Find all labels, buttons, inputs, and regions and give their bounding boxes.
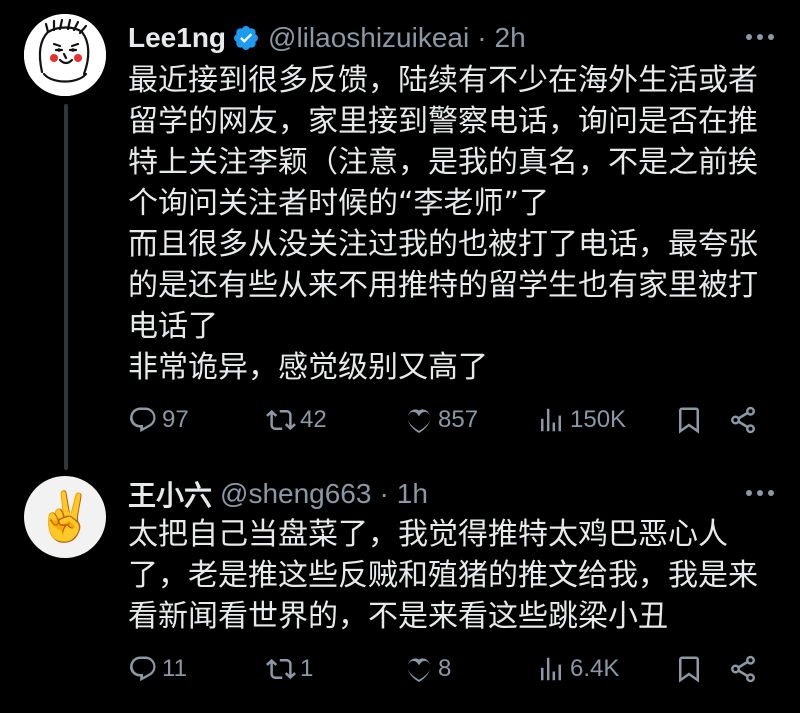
view-count: 6.4K [570,655,620,682]
bookmark-button[interactable] [674,652,704,686]
more-options-icon[interactable] [746,490,774,496]
bookmark-button[interactable] [674,403,704,437]
tweet-text-line: 个询问关注者时候的“李老师”了 [128,186,550,221]
tweet-header: Lee1ng @lilaoshizuikeai · 2h [128,18,526,58]
retweet-icon [266,409,296,431]
reply-count: 97 [162,406,189,433]
reply-button[interactable]: 97 [128,403,189,437]
share-button[interactable] [728,652,758,686]
retweet-count: 42 [300,406,327,433]
heart-icon [407,409,431,433]
tweet-text-line: 非常诡异，感觉级别又高了 [128,350,488,385]
separator-dot: · [477,22,487,53]
tweet[interactable]: Lee1ng @lilaoshizuikeai · 2h 最近接到很多反馈，陆续… [0,0,800,460]
reply-count: 11 [162,655,187,682]
like-count: 8 [438,655,452,682]
tweet-text-line: 留学的网友，家里接到警察电话，询问是否在推 [128,104,758,139]
bookmark-icon [679,407,699,434]
separator-dot: · [379,478,389,509]
views-button[interactable]: 6.4K [536,652,619,686]
timestamp[interactable]: 2h [495,22,526,54]
tweet-text-line: 太把自己当盘菜了，我觉得推特太鸡巴恶心人 [128,517,728,552]
tweet-text-line: 电话了 [128,309,218,344]
view-count: 150K [570,406,627,433]
avatar[interactable] [24,14,106,96]
user-handle[interactable]: @sheng663 [220,478,371,510]
tweet-text-line: 特上关注李颖（注意，是我的真名，不是之前挨 [128,145,758,180]
tweet-text-line: 看新闻看世界的，不是来看这些跳梁小丑 [128,599,668,634]
tweet[interactable]: ✌️ 王小六 @sheng663 · 1h 太把自己当盘菜了，我觉得推特太鸡巴恶… [0,462,800,713]
user-handle[interactable]: @lilaoshizuikeai [268,22,469,54]
display-name[interactable]: 王小六 [128,474,212,514]
timestamp[interactable]: 1h [397,478,428,510]
like-button[interactable]: 857 [404,403,478,437]
display-name[interactable]: Lee1ng [128,22,226,54]
verified-badge-icon [234,26,258,50]
reply-icon [129,656,156,682]
tweet-text-line: 了，老是推这些反贼和殖猪的推文给我，我是来 [128,558,758,593]
reply-icon [129,407,156,433]
like-count: 857 [438,406,479,433]
retweet-button[interactable]: 1 [266,652,313,686]
retweet-icon [266,658,296,680]
retweet-button[interactable]: 42 [266,403,327,437]
action-bar: 97 42 857 150K [128,403,776,437]
avatar[interactable]: ✌️ [24,476,106,558]
analytics-icon [541,657,561,681]
like-button[interactable]: 8 [404,652,451,686]
more-options-icon[interactable] [746,34,774,40]
action-bar: 11 1 8 6.4K [128,652,776,686]
tweet-text: 太把自己当盘菜了，我觉得推特太鸡巴恶心人 了，老是推这些反贼和殖猪的推文给我，我… [128,514,778,637]
heart-icon [407,658,431,682]
share-button[interactable] [728,403,758,437]
tweet-text-line: 而且很多从没关注过我的也被打了电话，最夸张 [128,227,758,262]
views-button[interactable]: 150K [536,403,626,437]
share-icon [731,406,755,434]
tweet-text: 最近接到很多反馈，陆续有不少在海外生活或者 留学的网友，家里接到警察电话，询问是… [128,60,778,388]
reply-button[interactable]: 11 [128,652,187,686]
tweet-header: 王小六 @sheng663 · 1h [128,474,428,514]
victory-hand-icon: ✌️ [35,489,95,545]
tweet-text-line: 的是还有些从来不用推特的留学生也有家里被打 [128,268,758,303]
retweet-count: 1 [300,655,314,682]
analytics-icon [541,408,561,432]
share-icon [731,655,755,683]
bookmark-icon [679,656,699,683]
tweet-text-line: 最近接到很多反馈，陆续有不少在海外生活或者 [128,63,758,98]
